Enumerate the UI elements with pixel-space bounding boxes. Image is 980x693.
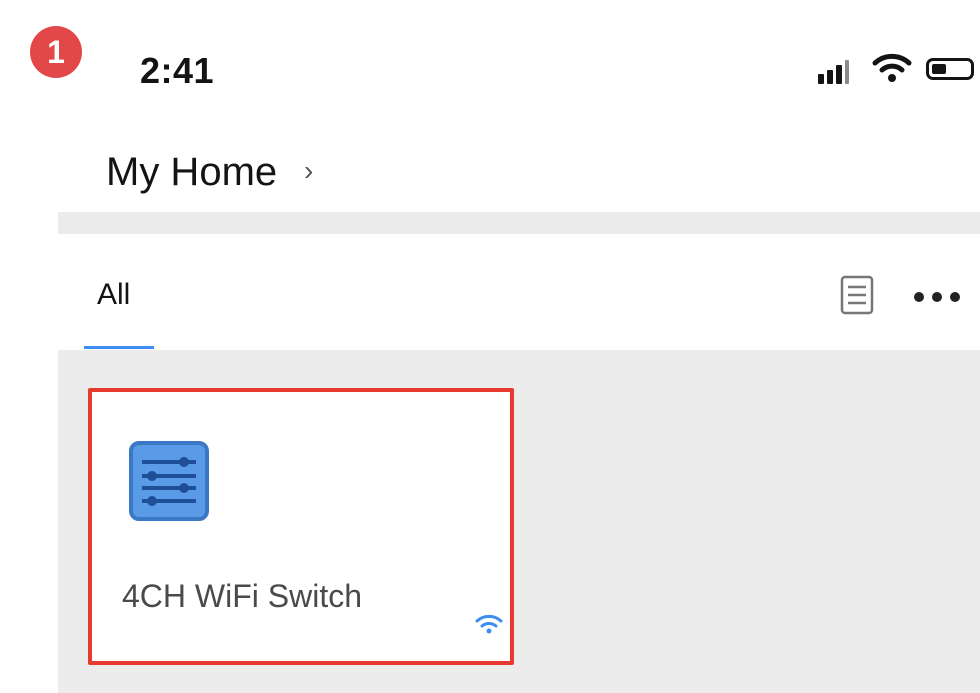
step-number-badge: 1 [30,26,82,78]
wifi-online-icon [474,613,504,635]
wifi-icon [872,52,912,84]
signal-icon [818,58,856,84]
status-bar-time: 2:41 [140,50,215,91]
multi-switch-icon [128,440,210,522]
battery-icon [926,58,980,84]
chevron-right-icon[interactable]: › [304,155,313,187]
device-card[interactable]: 4CH WiFi Switch [88,388,514,665]
home-selector[interactable]: My Home [106,150,277,195]
tab-all[interactable]: All [97,278,130,312]
device-name: 4CH WiFi Switch [122,578,363,614]
list-view-icon[interactable] [836,274,878,316]
more-options-icon[interactable] [914,292,964,304]
section-divider [58,212,980,234]
active-tab-indicator [84,346,154,349]
